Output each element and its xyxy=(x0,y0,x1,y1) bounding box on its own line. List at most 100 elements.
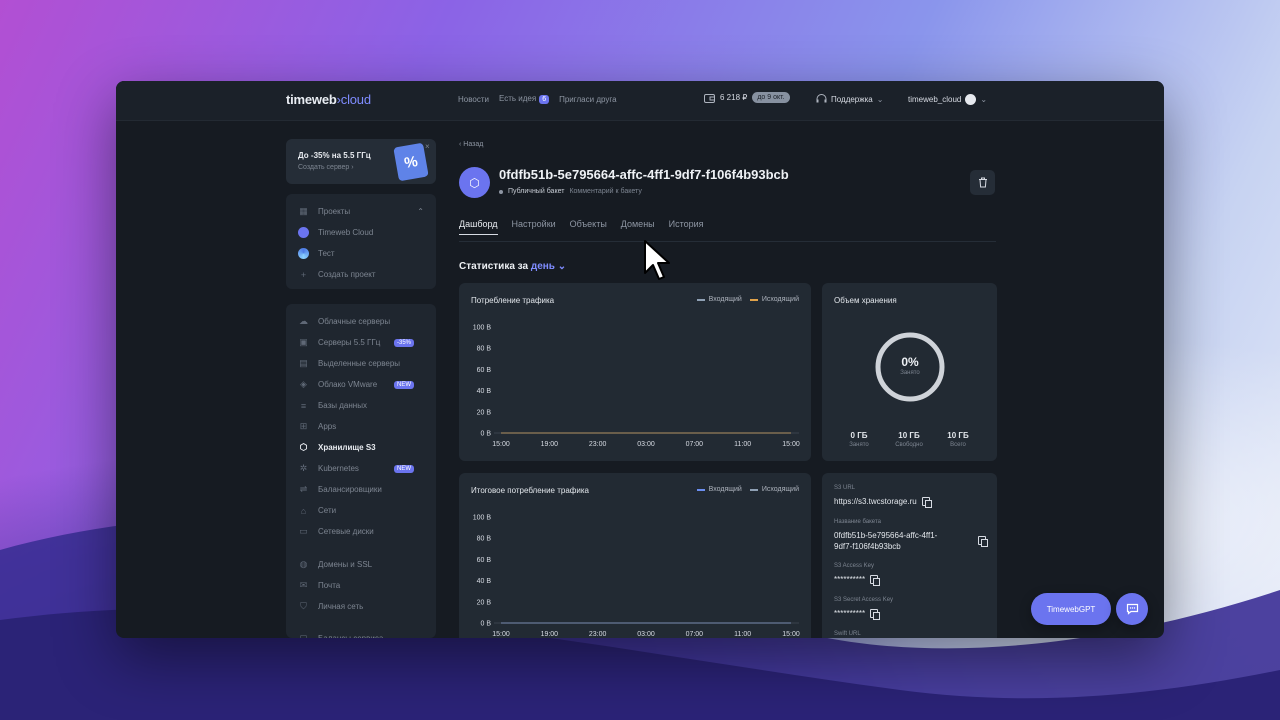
grid-icon: ▦ xyxy=(299,206,308,216)
sidebar-item-label: Облако VMware xyxy=(318,380,378,389)
tab-settings[interactable]: Настройки xyxy=(512,219,556,229)
discount-tag-icon: % xyxy=(393,142,429,182)
network-icon: ⌂ xyxy=(300,505,307,516)
x-tick-label: 15:00 xyxy=(492,631,510,638)
balance[interactable]: 6 218 ₽ до 9 окт. xyxy=(704,92,790,103)
stats-heading: Статистика за день ⌄ xyxy=(459,261,567,272)
sidebar-item[interactable]: ▢ Балансы сервиса xyxy=(298,633,424,638)
nav-ideas[interactable]: Есть идея 6 xyxy=(499,94,550,104)
sidebar-item[interactable]: ⊞ Apps xyxy=(298,421,424,432)
promo-banner[interactable]: До -35% на 5.5 ГГц Создать сервер › % × xyxy=(286,139,436,184)
swift-url-label: Swift URL xyxy=(834,631,861,637)
tabs-divider xyxy=(459,241,996,242)
tab-objects[interactable]: Объекты xyxy=(570,219,607,229)
bucket-type: Публичный бакет xyxy=(508,188,565,195)
tabs: Дашборд Настройки Объекты Домены История xyxy=(459,219,704,235)
support-menu[interactable]: Поддержка ⌄ xyxy=(816,94,883,104)
bucket-comment[interactable]: Комментарий к бакету xyxy=(569,188,641,195)
sidebar-item[interactable]: ✲ Kubernetes NEW xyxy=(298,463,424,474)
traffic-card: Потребление трафика Входящий Исходящий 1… xyxy=(459,283,811,461)
sidebar-item[interactable]: ⌂ Сети xyxy=(298,505,424,516)
copy-icon[interactable] xyxy=(921,497,932,508)
storage-used: 0 ГБ Занято xyxy=(849,431,869,448)
y-tick-label: 0 B xyxy=(480,431,491,438)
sidebar-item[interactable]: ≡ Базы данных xyxy=(298,400,424,411)
shield-icon: ⛉ xyxy=(300,601,307,611)
delete-button[interactable] xyxy=(970,170,995,195)
status-dot xyxy=(499,189,503,194)
y-tick-label: 20 B xyxy=(477,409,492,416)
ideas-count-badge: 6 xyxy=(539,95,550,104)
balancer-icon: ⇌ xyxy=(299,484,308,494)
kubernetes-icon: ✲ xyxy=(299,463,308,473)
vmware-icon: ◈ xyxy=(300,379,307,389)
chat-button[interactable] xyxy=(1116,593,1148,625)
sidebar-item[interactable]: ▭ Сетевые диски xyxy=(298,526,424,537)
sidebar-item[interactable]: ◈ Облако VMware NEW xyxy=(298,379,424,390)
y-tick-label: 60 B xyxy=(477,367,492,374)
page-title: 0fdfb51b-5e795664-affc-4ff1-9df7-f106f4b… xyxy=(499,167,789,182)
storage-percent-label: Занято xyxy=(900,370,920,376)
chevron-up-icon: ⌃ xyxy=(417,207,424,216)
x-tick-label: 15:00 xyxy=(492,441,510,448)
balance-until-pill: до 9 окт. xyxy=(752,92,790,103)
y-tick-label: 0 B xyxy=(480,621,491,628)
tab-domains[interactable]: Домены xyxy=(621,219,655,229)
bucket-name: 0fdfb51b-5e795664-affc-4ff1- 9df7-f106f4b… xyxy=(834,531,938,551)
user-menu[interactable]: timeweb_cloud ⌄ xyxy=(908,94,987,105)
access-info-card: S3 URL https://s3.twcstorage.ru Название… xyxy=(822,473,997,638)
tab-dashboard[interactable]: Дашборд xyxy=(459,219,498,235)
close-icon[interactable]: × xyxy=(425,142,430,151)
x-tick-label: 19:00 xyxy=(541,631,559,638)
sidebar-item[interactable]: ◍ Домены и SSL xyxy=(298,559,424,570)
tab-history[interactable]: История xyxy=(669,219,704,229)
globe-icon: ◍ xyxy=(299,559,308,569)
access-key-label: S3 Access Key xyxy=(834,563,875,569)
storage-card: Объем хранения 0% Занято 0 ГБ Занято 10 Г… xyxy=(822,283,997,461)
sidebar-item[interactable]: ⇌ Балансировщики xyxy=(298,484,424,495)
x-tick-label: 03:00 xyxy=(637,441,655,448)
create-project-button[interactable]: + Создать проект xyxy=(298,269,424,280)
copy-icon[interactable] xyxy=(978,536,988,547)
y-tick-label: 40 B xyxy=(477,388,492,395)
trash-icon xyxy=(978,177,987,188)
y-tick-label: 20 B xyxy=(477,599,492,606)
s3-url: https://s3.twcstorage.ru xyxy=(834,497,932,508)
sidebar-item-label: Базы данных xyxy=(318,401,367,410)
plus-icon: + xyxy=(300,269,307,280)
top-bar: timeweb›cloud Новости Есть идея 6 Приглас… xyxy=(116,81,1164,121)
copy-icon[interactable] xyxy=(870,609,881,620)
x-tick-label: 23:00 xyxy=(589,631,607,638)
projects-header[interactable]: ▦ Проекты ⌃ xyxy=(298,206,424,217)
copy-icon[interactable] xyxy=(870,575,881,586)
sidebar-item[interactable]: ▣ Серверы 5.5 ГГц -35% xyxy=(298,337,424,348)
y-tick-label: 40 B xyxy=(477,578,492,585)
y-tick-label: 100 B xyxy=(473,325,492,332)
sidebar-item[interactable]: ⛉ Личная сеть xyxy=(298,601,424,612)
x-tick-label: 11:00 xyxy=(734,441,751,448)
dedicated-icon: ▤ xyxy=(299,358,308,368)
projects-panel: ▦ Проекты ⌃ Timeweb Cloud Тест + Создать… xyxy=(286,194,436,289)
y-tick-label: 80 B xyxy=(477,536,492,543)
cube-icon: ⬡ xyxy=(459,167,490,198)
x-tick-label: 07:00 xyxy=(686,631,704,638)
logo[interactable]: timeweb›cloud xyxy=(286,92,371,107)
sidebar-item[interactable]: ⬡ Хранилище S3 xyxy=(298,442,424,453)
sidebar-item[interactable]: ☁ Облачные серверы xyxy=(298,316,424,327)
period-select[interactable]: день ⌄ xyxy=(531,261,566,272)
project-item[interactable]: Тест xyxy=(298,248,424,259)
back-link[interactable]: ‹ Назад xyxy=(459,141,483,148)
nav-invite[interactable]: Пригласи друга xyxy=(559,95,616,104)
project-item[interactable]: Timeweb Cloud xyxy=(298,227,424,238)
x-tick-label: 23:00 xyxy=(589,441,607,448)
bucket-name-label: Название бакета xyxy=(834,519,881,525)
promo-link[interactable]: Создать сервер › xyxy=(298,164,354,171)
x-tick-label: 19:00 xyxy=(541,441,559,448)
timeweb-gpt-button[interactable]: TimewebGPT xyxy=(1031,593,1111,625)
wallet-icon xyxy=(704,93,715,103)
sidebar-item[interactable]: ▤ Выделенные серверы xyxy=(298,358,424,369)
sidebar-item-label: Apps xyxy=(318,422,337,431)
sidebar-item[interactable]: ✉ Почта xyxy=(298,580,424,591)
x-tick-label: 03:00 xyxy=(637,631,655,638)
nav-news[interactable]: Новости xyxy=(458,95,489,104)
